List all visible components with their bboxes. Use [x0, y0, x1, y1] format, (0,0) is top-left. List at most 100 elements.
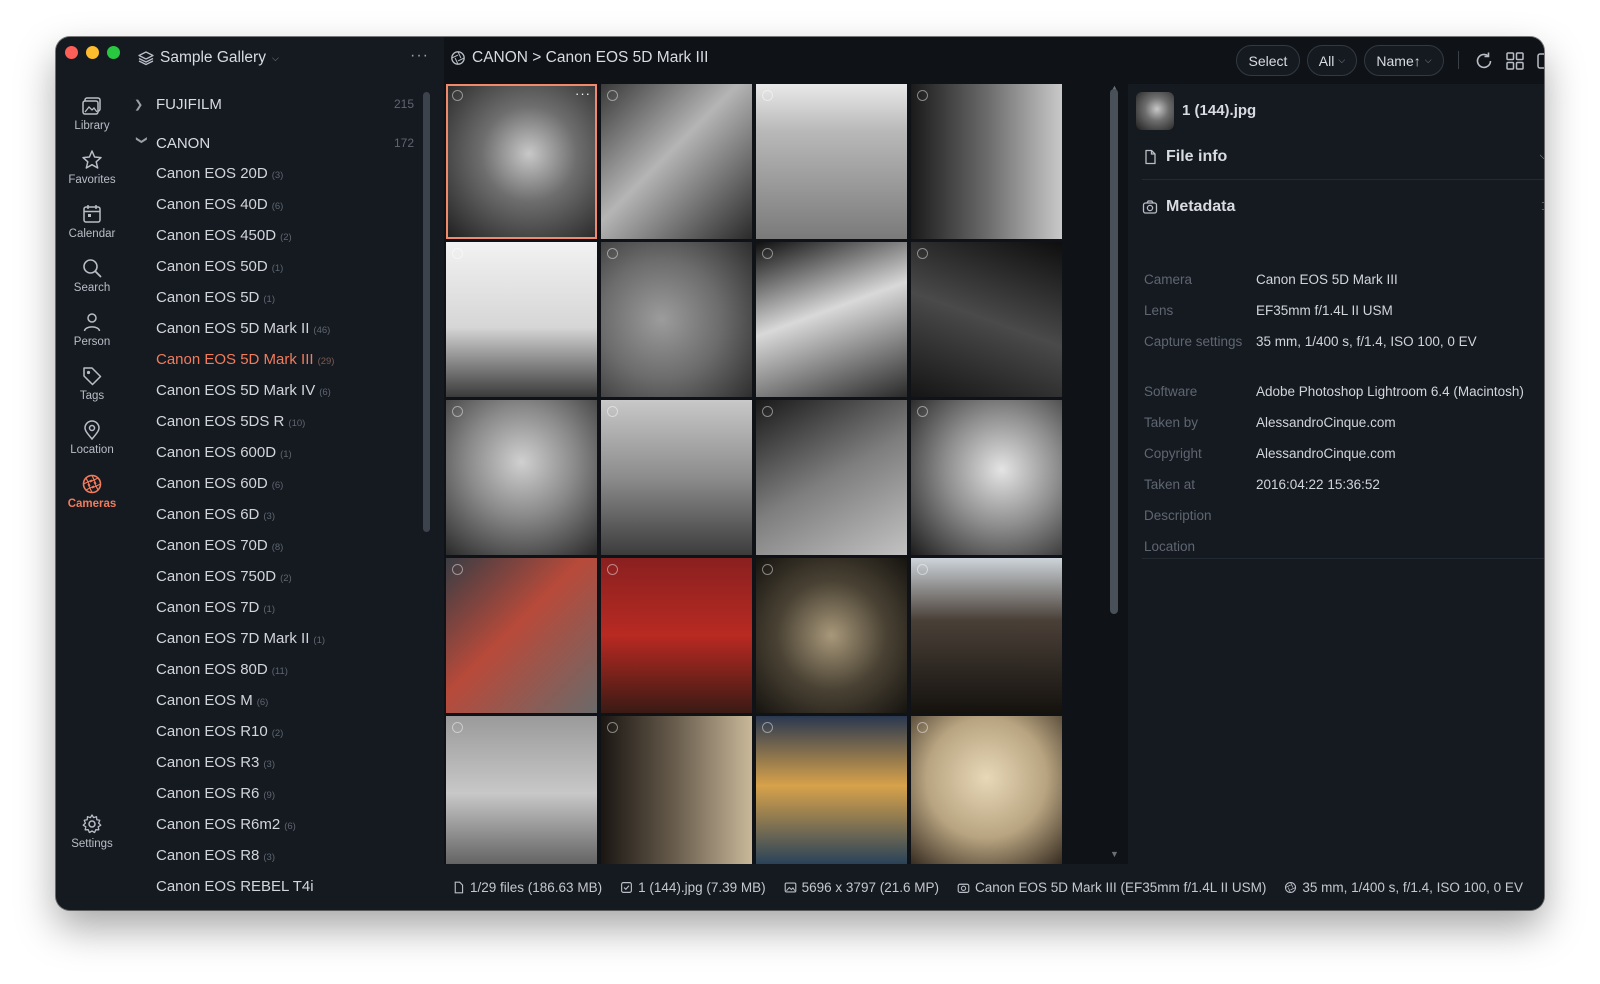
file-info-section[interactable]: File info ⌵	[1142, 134, 1544, 180]
metadata-value[interactable]: AlessandroCinque.com	[1256, 444, 1544, 463]
metadata-key: Lens	[1144, 303, 1174, 318]
sort-dropdown[interactable]: Name↑ ⌵	[1364, 45, 1444, 76]
tree-model-item[interactable]: Canon EOS REBEL T4i	[156, 878, 318, 902]
tree-model-item[interactable]: Canon EOS 7D (1)	[156, 599, 275, 623]
tree-model-item[interactable]: Canon EOS R6 (9)	[156, 785, 275, 809]
refresh-icon[interactable]	[1473, 50, 1495, 72]
metadata-value[interactable]: Canon EOS 5D Mark III	[1256, 270, 1544, 289]
photo-thumbnail[interactable]	[446, 242, 597, 397]
photo-thumbnail[interactable]	[601, 242, 752, 397]
status-selected-text: 1 (144).jpg (7.39 MB)	[638, 879, 766, 895]
tree-model-item[interactable]: Canon EOS 5D Mark III (29)	[156, 351, 334, 375]
tree-model-item[interactable]: Canon EOS R10 (2)	[156, 723, 283, 747]
model-count: (2)	[280, 232, 292, 243]
aperture-badge-icon	[452, 90, 463, 101]
rail-item-settings[interactable]: Settings	[56, 813, 128, 850]
tree-model-item[interactable]: Canon EOS 5D Mark IV (6)	[156, 382, 331, 406]
minimize-window-button[interactable]	[86, 46, 99, 59]
close-window-button[interactable]	[65, 46, 78, 59]
metadata-value[interactable]: Adobe Photoshop Lightroom 6.4 (Macintosh…	[1256, 382, 1544, 401]
tree-model-item[interactable]: Canon EOS R8 (3)	[156, 847, 275, 871]
aperture-badge-icon	[607, 90, 618, 101]
rail-item-calendar[interactable]: Calendar	[56, 203, 128, 240]
photo-thumbnail[interactable]	[446, 400, 597, 555]
metadata-value[interactable]: AlessandroCinque.com	[1256, 413, 1544, 432]
breadcrumb-path: CANON > Canon EOS 5D Mark III	[472, 49, 709, 66]
metadata-section[interactable]: Metadata ⌶	[1142, 184, 1544, 230]
gear-icon	[82, 814, 102, 834]
model-name: Canon EOS R6	[156, 785, 260, 802]
tree-model-item[interactable]: Canon EOS 5D Mark II (46)	[156, 320, 330, 344]
aperture-badge-icon	[452, 722, 463, 733]
status-files-text: 1/29 files (186.63 MB)	[470, 879, 603, 895]
photo-thumbnail[interactable]: ···	[446, 84, 597, 239]
grid-scrollbar[interactable]	[1110, 89, 1118, 614]
photo-thumbnail[interactable]	[756, 558, 907, 713]
tree-model-item[interactable]: Canon EOS 5DS R (10)	[156, 413, 305, 437]
scroll-down-icon[interactable]: ▼	[1110, 849, 1119, 859]
photo-thumbnail[interactable]	[756, 716, 907, 864]
tree-model-item[interactable]: Canon EOS R6m2 (6)	[156, 816, 296, 840]
rail-item-favorites[interactable]: Favorites	[56, 149, 128, 186]
tree-model-item[interactable]: Canon EOS 60D (6)	[156, 475, 283, 499]
model-name: Canon EOS 600D	[156, 444, 277, 461]
zoom-window-button[interactable]	[107, 46, 120, 59]
model-name: Canon EOS R8	[156, 847, 260, 864]
tree-model-item[interactable]: Canon EOS 750D (2)	[156, 568, 292, 592]
model-name: Canon EOS R6m2	[156, 816, 281, 833]
rail-label-location: Location	[70, 444, 114, 456]
model-count: (9)	[263, 790, 276, 801]
gallery-switcher[interactable]: Sample Gallery ⌵	[138, 49, 279, 67]
tree-model-item[interactable]: Canon EOS 6D (3)	[156, 506, 275, 530]
toggle-panel-icon[interactable]	[1535, 50, 1544, 72]
photo-thumbnail[interactable]	[756, 400, 907, 555]
more-options-icon[interactable]: ···	[410, 47, 429, 65]
model-count: (2)	[280, 573, 292, 584]
filter-dropdown[interactable]: All ⌵	[1307, 45, 1357, 76]
tree-model-item[interactable]: Canon EOS 80D (11)	[156, 661, 288, 685]
photo-thumbnail[interactable]	[756, 242, 907, 397]
tree-model-item[interactable]: Canon EOS M (6)	[156, 692, 268, 716]
metadata-value[interactable]: 2016:04:22 15:36:52	[1256, 475, 1544, 494]
photo-thumbnail[interactable]	[601, 716, 752, 864]
rail-item-cameras[interactable]: Cameras	[56, 473, 128, 510]
tree-brand-canon[interactable]: ❯ CANON 172	[134, 131, 424, 155]
camera-icon	[1142, 200, 1158, 214]
rail-item-person[interactable]: Person	[56, 311, 128, 348]
photo-thumbnail[interactable]	[446, 558, 597, 713]
photo-thumbnail[interactable]	[601, 400, 752, 555]
tree-brand-fujifilm[interactable]: ❯ FUJIFILM 215	[134, 92, 424, 116]
detail-filename: 1 (144).jpg	[1182, 102, 1257, 119]
rail-item-library[interactable]: Library	[56, 95, 128, 132]
photo-thumbnail[interactable]	[446, 716, 597, 864]
metadata-value[interactable]: 35 mm, 1/400 s, f/1.4, ISO 100, 0 EV	[1256, 332, 1544, 351]
photo-thumbnail[interactable]	[911, 716, 1062, 864]
rail-item-tags[interactable]: Tags	[56, 365, 128, 402]
tree-model-item[interactable]: Canon EOS 5D (1)	[156, 289, 275, 313]
photo-thumbnail[interactable]	[911, 558, 1062, 713]
tree-model-item[interactable]: Canon EOS 7D Mark II (1)	[156, 630, 325, 654]
photo-thumbnail[interactable]	[601, 558, 752, 713]
photo-thumbnail[interactable]	[911, 400, 1062, 555]
select-button[interactable]: Select	[1236, 45, 1300, 76]
sidebar-scrollbar[interactable]	[423, 92, 430, 532]
photo-thumbnail[interactable]	[756, 84, 907, 239]
thumbnail-more-icon[interactable]: ···	[575, 86, 591, 101]
photo-thumbnail[interactable]	[911, 84, 1062, 239]
rail-label-tags: Tags	[79, 390, 105, 402]
tree-model-item[interactable]: Canon EOS 600D (1)	[156, 444, 292, 468]
rail-item-search[interactable]: Search	[56, 257, 128, 294]
model-count: (6)	[256, 697, 269, 708]
tree-model-item[interactable]: Canon EOS 20D (3)	[156, 165, 283, 189]
rail-item-location[interactable]: Location	[56, 419, 128, 456]
tree-model-item[interactable]: Canon EOS 50D (1)	[156, 258, 283, 282]
tree-model-item[interactable]: Canon EOS 450D (2)	[156, 227, 292, 251]
photo-thumbnail[interactable]	[601, 84, 752, 239]
model-count: (1)	[280, 449, 292, 460]
tree-model-item[interactable]: Canon EOS R3 (3)	[156, 754, 275, 778]
tree-model-item[interactable]: Canon EOS 40D (6)	[156, 196, 283, 220]
metadata-value[interactable]: EF35mm f/1.4L II USM	[1256, 301, 1544, 320]
grid-view-icon[interactable]	[1504, 50, 1526, 72]
photo-thumbnail[interactable]	[911, 242, 1062, 397]
tree-model-item[interactable]: Canon EOS 70D (8)	[156, 537, 283, 561]
